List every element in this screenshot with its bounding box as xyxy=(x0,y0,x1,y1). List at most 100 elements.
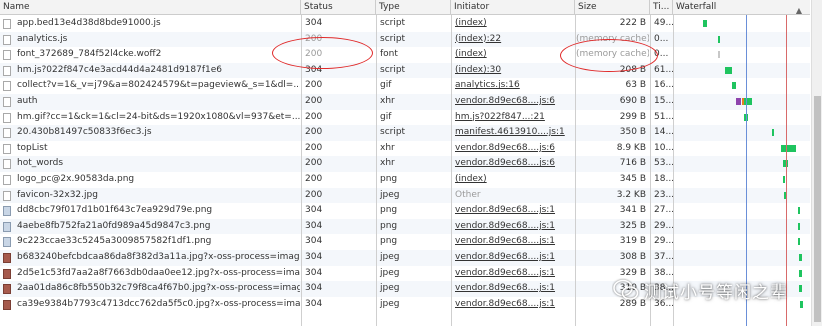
column-header-size-label: Size xyxy=(578,2,597,12)
request-name: b683240befcbdcaa86da8f382d3a11a.jpg?x-os… xyxy=(17,252,300,262)
request-type: script xyxy=(380,18,406,28)
column-header-name[interactable]: Name xyxy=(0,0,301,15)
request-initiator[interactable]: vendor.8d9ec68....js:1 xyxy=(452,234,575,250)
waterfall-bar xyxy=(797,222,801,230)
column-header-size[interactable]: Size xyxy=(575,0,650,15)
request-waterfall xyxy=(673,94,810,110)
request-row[interactable]: b683240befcbdcaa86da8f382d3a11a.jpg?x-os… xyxy=(0,250,810,266)
column-header-initiator[interactable]: Initiator xyxy=(451,0,575,15)
request-row[interactable]: dd8cbc79f017d1b01f643c7ea929d79e.png 304 p… xyxy=(0,203,810,219)
request-row[interactable]: 20.430b81497c50833f6ec3.js 200 script manif… xyxy=(0,125,810,141)
request-row[interactable]: auth 200 xhr vendor.8d9ec68....js:6 690 B 15.… xyxy=(0,94,810,110)
request-initiator[interactable]: vendor.8d9ec68....js:1 xyxy=(452,266,575,282)
photo-icon xyxy=(3,268,11,279)
scrollbar-thumb[interactable] xyxy=(814,96,821,322)
request-row[interactable]: app.bed13e4d38d8bde91000.js 304 script (ind… xyxy=(0,16,810,32)
request-initiator[interactable]: vendor.8d9ec68....js:1 xyxy=(452,203,575,219)
column-divider xyxy=(376,15,377,326)
image-icon xyxy=(3,206,11,217)
request-initiator[interactable]: analytics.js:16 xyxy=(452,78,575,94)
request-row[interactable]: hm.js?022f847c4e3acd44d4a2481d9187f1e6 30… xyxy=(0,62,810,79)
request-name: hm.js?022f847c4e3acd44d4a2481d9187f1e6 xyxy=(17,64,223,75)
request-type: jpeg xyxy=(380,267,400,278)
photo-icon xyxy=(3,284,11,295)
annotation-circle-size xyxy=(560,39,658,72)
request-row[interactable]: topList 200 xhr vendor.8d9ec68....js:6 8.9 K… xyxy=(0,141,810,157)
request-time: 37... xyxy=(654,252,673,262)
request-initiator[interactable]: vendor.8d9ec68....js:1 xyxy=(452,281,575,297)
request-size: 222 B xyxy=(619,18,646,28)
request-name: 4aebe8fb752fa21a0fd989a45d9847c3.png xyxy=(17,220,211,231)
request-status: 200 xyxy=(305,158,323,169)
request-row[interactable]: collect?v=1&_v=j79&a=802424579&t=pagevie… xyxy=(0,78,810,94)
image-icon xyxy=(3,221,11,232)
waterfall-bar xyxy=(799,254,802,261)
request-initiator[interactable]: vendor.8d9ec68....js:6 xyxy=(452,156,575,172)
request-status: 200 xyxy=(305,189,323,200)
request-waterfall xyxy=(673,110,810,126)
request-waterfall xyxy=(673,141,810,157)
column-header-type[interactable]: Type xyxy=(376,0,451,15)
request-waterfall xyxy=(673,47,810,63)
request-time: 53... xyxy=(654,158,673,169)
file-icon xyxy=(3,81,11,92)
request-row[interactable]: 9c223ccae33c5245a3009857582f1df1.png 304 p… xyxy=(0,234,810,250)
request-status: 304 xyxy=(305,298,323,309)
request-row[interactable]: 4aebe8fb752fa21a0fd989a45d9847c3.png 304 p… xyxy=(0,218,810,235)
request-initiator[interactable]: vendor.8d9ec68....js:6 xyxy=(452,94,575,110)
request-status: 304 xyxy=(305,252,323,262)
request-initiator[interactable]: vendor.8d9ec68....js:6 xyxy=(452,141,575,157)
photo-icon xyxy=(3,253,11,263)
request-initiator[interactable]: vendor.8d9ec68....js:1 xyxy=(452,250,575,266)
request-size: 63 B xyxy=(625,80,647,91)
request-time: 0... xyxy=(654,33,669,44)
request-status: 200 xyxy=(305,111,323,122)
request-initiator[interactable]: manifest.4613910....js:1 xyxy=(452,125,575,141)
waterfall-bar xyxy=(703,20,708,27)
request-initiator[interactable]: vendor.8d9ec68....js:1 xyxy=(452,297,575,313)
request-name: analytics.js xyxy=(17,33,68,44)
file-icon xyxy=(3,190,11,201)
request-type: script xyxy=(380,127,406,138)
column-header-status[interactable]: Status xyxy=(301,0,376,15)
request-row[interactable]: hm.gif?cc=1&ck=1&cl=24-bit&ds=1920x1080&… xyxy=(0,110,810,126)
request-status: 200 xyxy=(305,96,323,106)
file-icon xyxy=(3,175,11,185)
request-waterfall xyxy=(673,188,810,204)
request-status: 304 xyxy=(305,220,323,231)
request-row[interactable]: favicon-32x32.jpg 200 jpeg Other 3.2 KB 23... xyxy=(0,187,810,204)
column-header-waterfall[interactable]: Waterfall ▲ xyxy=(673,0,810,15)
request-size: 716 B xyxy=(619,158,646,169)
request-row[interactable]: font_372689_784f52l4cke.woff2 200 font (ind… xyxy=(0,47,810,63)
vertical-scrollbar[interactable] xyxy=(811,0,822,326)
waterfall-bar xyxy=(781,144,797,152)
request-initiator[interactable]: hm.js?022f847...:21 xyxy=(452,110,575,126)
request-waterfall xyxy=(673,172,810,188)
file-icon xyxy=(3,19,11,29)
request-size: 8.9 KB xyxy=(616,142,646,153)
request-initiator[interactable]: vendor.8d9ec68....js:1 xyxy=(452,219,575,235)
column-header-time[interactable]: Ti... xyxy=(650,0,673,15)
request-row[interactable]: hot_words 200 xhr vendor.8d9ec68....js:6 716… xyxy=(0,156,810,172)
request-status: 304 xyxy=(305,18,323,28)
request-name: ca39e9384b7793c4713dcc762da5f5c0.jpg?x-o… xyxy=(17,298,300,309)
request-initiator[interactable]: (index):22 xyxy=(452,32,575,48)
waterfall-bar xyxy=(771,129,775,137)
request-initiator[interactable]: (index) xyxy=(452,16,575,32)
request-initiator[interactable]: (index) xyxy=(452,172,575,188)
request-type: png xyxy=(380,205,398,216)
request-time: 14... xyxy=(654,127,673,138)
request-status: 304 xyxy=(305,283,323,294)
column-divider xyxy=(451,15,452,326)
request-row[interactable]: analytics.js 200 script (index):22 (memory c… xyxy=(0,31,810,48)
column-header-status-label: Status xyxy=(304,2,333,12)
request-initiator[interactable]: (index) xyxy=(452,47,575,63)
request-initiator[interactable]: (index):30 xyxy=(452,63,575,79)
request-name: 9c223ccae33c5245a3009857582f1df1.png xyxy=(17,236,212,247)
request-name: logo_pc@2x.90583da.png xyxy=(17,174,135,184)
waterfall-bar xyxy=(718,35,721,43)
request-size: 299 B xyxy=(619,111,646,122)
request-time: 29... xyxy=(654,236,673,247)
request-row[interactable]: logo_pc@2x.90583da.png 200 png (index) 345 B… xyxy=(0,172,810,188)
request-waterfall xyxy=(673,16,810,32)
